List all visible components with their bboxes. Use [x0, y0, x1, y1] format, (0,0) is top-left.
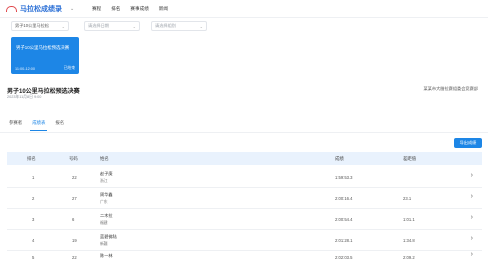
row-gap: 23.1	[403, 196, 412, 201]
row-name: 二木拉	[100, 213, 113, 218]
row-gap: 2:09.2	[403, 255, 415, 260]
top-navigation-bar: 马拉松成绩录 ⌄ 赛程 排名 赛事成绩 新闻	[0, 0, 488, 18]
row-bib: 6	[72, 217, 75, 222]
event-select-value: 男子10公里马拉松	[15, 23, 49, 28]
divider	[0, 132, 488, 133]
row-team: 广东	[100, 200, 108, 204]
race-card-status: 已结束	[63, 66, 75, 70]
table-row[interactable]: 5 22 陈一林 2:02:03.5 2:09.2 ›	[7, 251, 482, 262]
chevron-down-icon: ⌄	[61, 23, 65, 29]
row-time: 2:01:28.1	[335, 238, 353, 243]
results-table-header: 排名 号码 姓名 成绩 差距值	[7, 152, 482, 165]
chevron-right-icon[interactable]: ›	[471, 235, 473, 242]
table-row[interactable]: 2 27 周华鑫 广东 2:00:16.4 23.1 ›	[7, 188, 482, 209]
row-gap: 1:01.1	[403, 217, 415, 222]
row-team: 福建	[100, 221, 108, 225]
nav-item-news[interactable]: 新闻	[159, 6, 168, 12]
race-title: 男子10公里马拉松预选决赛	[7, 89, 80, 95]
tab-participants[interactable]: 参赛者	[9, 118, 22, 132]
row-bib: 22	[72, 175, 77, 180]
header-name: 姓名	[100, 156, 109, 161]
logo-icon	[6, 5, 17, 13]
chevron-right-icon[interactable]: ›	[471, 251, 473, 258]
tab-bar: 参赛者 成绩表 报名	[7, 118, 64, 132]
row-name: 蓝碧佛陆	[100, 234, 117, 239]
header-time: 成绩	[335, 156, 344, 161]
header-bib: 号码	[69, 156, 78, 161]
table-row[interactable]: 4 19 蓝碧佛陆 新疆 2:01:28.1 1:34.8 ›	[7, 230, 482, 251]
row-time: 1:59:53.3	[335, 175, 353, 180]
table-row[interactable]: 1 22 赵子庚 浙江 1:59:53.3 ›	[7, 167, 482, 188]
row-rank: 3	[32, 217, 35, 222]
category-select[interactable]: 请选择组别 ⌄	[151, 21, 207, 31]
tab-results[interactable]: 成绩表	[30, 118, 48, 132]
chevron-down-icon: ⌄	[199, 23, 203, 29]
main-nav: 赛程 排名 赛事成绩 新闻	[92, 6, 168, 12]
nav-item-results[interactable]: 赛事成绩	[130, 6, 148, 12]
chevron-right-icon[interactable]: ›	[471, 193, 473, 200]
app-title: 马拉松成绩录	[20, 5, 62, 13]
race-card-time: 11:00-12:00	[15, 67, 35, 71]
row-team: 新疆	[100, 242, 108, 246]
row-rank: 5	[32, 255, 35, 260]
chevron-right-icon[interactable]: ›	[471, 214, 473, 221]
row-rank: 2	[32, 196, 35, 201]
table-row[interactable]: 3 6 二木拉 福建 2:00:54.4 1:01.1 ›	[7, 209, 482, 230]
app-logo[interactable]: 马拉松成绩录 ⌄	[6, 4, 76, 14]
row-time: 2:00:16.4	[335, 196, 353, 201]
chevron-right-icon[interactable]: ›	[471, 172, 473, 179]
row-bib: 19	[72, 238, 77, 243]
row-rank: 4	[32, 238, 35, 243]
row-rank: 1	[32, 175, 35, 180]
category-select-placeholder: 请选择组别	[155, 23, 176, 28]
header-gap: 差距值	[403, 156, 417, 161]
nav-item-ranking[interactable]: 排名	[111, 6, 120, 12]
row-gap: 1:34.8	[403, 238, 415, 243]
export-results-button[interactable]: 导出成绩	[454, 138, 482, 148]
nav-item-schedule[interactable]: 赛程	[92, 6, 101, 12]
event-select[interactable]: 男子10公里马拉松 ⌄	[11, 21, 69, 31]
race-card-title: 男子10公里马拉松预选决赛	[16, 45, 70, 50]
row-bib: 22	[72, 255, 77, 260]
row-time: 2:00:54.4	[335, 217, 353, 222]
header-rank: 排名	[27, 156, 36, 161]
chevron-down-icon[interactable]: ⌄	[70, 6, 74, 12]
row-time: 2:02:03.5	[335, 255, 353, 260]
race-organizer: 某某市大腊拉赛组委会竞赛部	[423, 86, 478, 91]
row-name: 陈一林	[100, 253, 113, 258]
row-team: 浙江	[100, 179, 108, 183]
row-name: 周华鑫	[100, 192, 113, 197]
race-card-active[interactable]: 男子10公里马拉松预选决赛 11:00-12:00 已结束	[11, 37, 79, 74]
date-select[interactable]: 请选择日期 ⌄	[84, 21, 140, 31]
tab-registration[interactable]: 报名	[55, 118, 64, 132]
date-select-placeholder: 请选择日期	[88, 23, 109, 28]
race-date: 2023年11月8日 9:00	[7, 95, 42, 99]
row-bib: 27	[72, 196, 77, 201]
chevron-down-icon: ⌄	[132, 23, 136, 29]
row-name: 赵子庚	[100, 171, 113, 176]
